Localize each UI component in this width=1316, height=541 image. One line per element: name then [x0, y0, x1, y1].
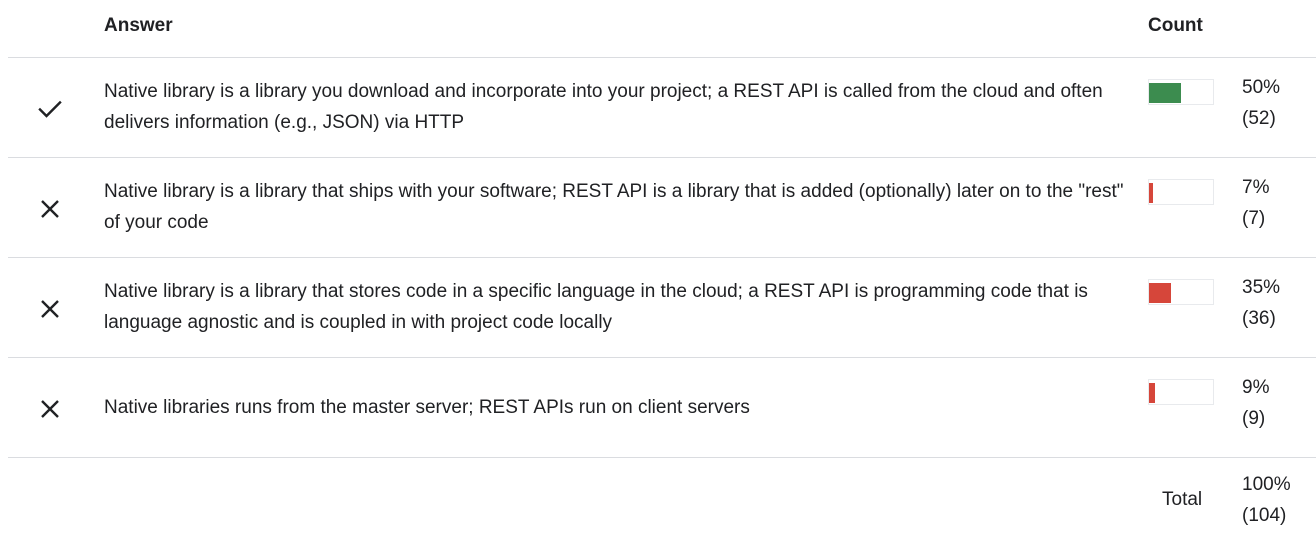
answer-row: Native libraries runs from the master se…	[0, 357, 1316, 457]
total-row: Total 100% (104)	[0, 457, 1316, 541]
percentage-bar	[1148, 379, 1214, 405]
percentage-bar	[1148, 79, 1214, 105]
close-icon	[36, 295, 64, 323]
answer-row: Native library is a library that ships w…	[0, 157, 1316, 257]
count-column-header: Count	[1148, 15, 1203, 36]
answer-text: Native library is a library that ships w…	[104, 181, 1124, 233]
percentage-bar-fill	[1149, 183, 1153, 203]
answer-stat: 35% (36)	[1242, 272, 1280, 334]
answer-percent: 9%	[1242, 377, 1270, 398]
total-stat: 100% (104)	[1242, 469, 1291, 531]
answer-stat: 50% (52)	[1242, 72, 1280, 134]
total-count: (104)	[1242, 505, 1287, 526]
answer-column-header: Answer	[104, 15, 173, 36]
answer-row: Native library is a library you download…	[0, 57, 1316, 157]
answer-text: Native library is a library that stores …	[104, 281, 1088, 333]
answer-count: (36)	[1242, 308, 1276, 329]
answer-text: Native libraries runs from the master se…	[104, 396, 750, 418]
answer-count: (7)	[1242, 208, 1266, 229]
answer-row: Native library is a library that stores …	[0, 257, 1316, 357]
answer-stat: 7% (7)	[1242, 172, 1269, 234]
answer-text: Native library is a library you download…	[104, 81, 1103, 133]
percentage-bar	[1148, 179, 1214, 205]
percentage-bar-fill	[1149, 83, 1181, 103]
answer-count: (9)	[1242, 408, 1266, 429]
percentage-bar-fill	[1149, 383, 1155, 403]
total-percent: 100%	[1242, 474, 1291, 495]
close-icon	[36, 395, 64, 423]
answer-percent: 35%	[1242, 277, 1281, 298]
total-label: Total	[1162, 489, 1203, 510]
answer-percent: 7%	[1242, 177, 1270, 198]
check-icon	[36, 95, 64, 123]
percentage-bar-fill	[1149, 283, 1171, 303]
poll-results-table: Answer Count Native library is a library…	[0, 0, 1316, 526]
percentage-bar	[1148, 279, 1214, 305]
answer-percent: 50%	[1242, 77, 1281, 98]
answer-count: (52)	[1242, 108, 1276, 129]
close-icon	[36, 195, 64, 223]
answer-stat: 9% (9)	[1242, 372, 1269, 434]
table-header: Answer Count	[0, 0, 1316, 57]
